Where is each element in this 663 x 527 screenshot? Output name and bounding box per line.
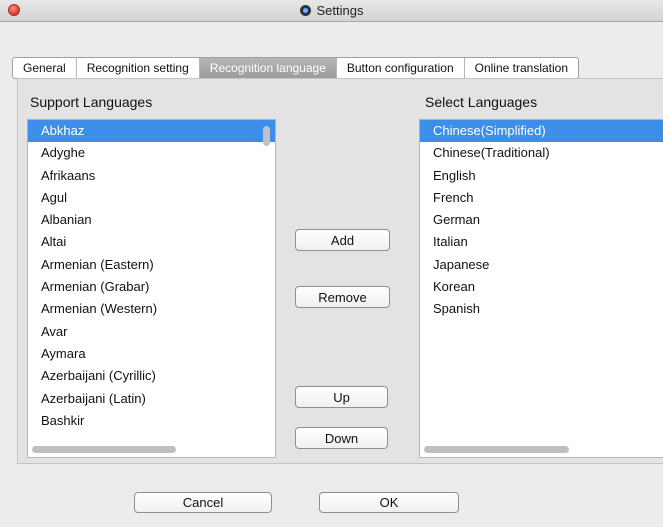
selected-language-list-item[interactable]: Italian [420,231,663,253]
add-button[interactable]: Add [295,229,390,251]
ok-button[interactable]: OK [319,492,459,513]
selected-language-list-item[interactable]: Spanish [420,298,663,320]
app-icon [299,5,311,16]
selected-language-list-item[interactable]: Korean [420,276,663,298]
selected-language-list-item[interactable]: German [420,209,663,231]
support-language-list-item[interactable]: Afrikaans [28,165,275,187]
support-language-list-item[interactable]: Avar [28,321,275,343]
window-title: Settings [0,3,663,18]
support-language-list-item[interactable]: Aymara [28,343,275,365]
support-languages-list[interactable]: Abkhaz Adyghe Afrikaans Agul Albanian Altai Ar… [27,119,276,458]
tab-recognition-language[interactable]: Recognition language [199,58,337,78]
support-language-list-item[interactable]: Altai [28,231,275,253]
support-language-list-item[interactable]: Adyghe [28,142,275,164]
support-language-list-item[interactable]: Armenian (Grabar) [28,276,275,298]
select-list-horizontal-scrollbar[interactable] [424,446,569,453]
support-language-list-item[interactable]: Bashkir [28,410,275,432]
support-list-horizontal-scrollbar[interactable] [32,446,176,453]
select-languages-list[interactable]: Chinese(Simplified) Chinese(Traditional) E… [419,119,663,458]
support-language-list-item[interactable]: Agul [28,187,275,209]
support-language-list-item[interactable]: Armenian (Eastern) [28,254,275,276]
tab-recognition-setting[interactable]: Recognition setting [77,58,200,78]
tab-bar: General Recognition setting Recognition … [12,57,580,79]
support-language-list-item[interactable]: Albanian [28,209,275,231]
selected-language-list-item[interactable]: English [420,165,663,187]
support-language-list-item[interactable]: Azerbaijani (Cyrillic) [28,365,275,387]
selected-language-list-item[interactable]: Chinese(Traditional) [420,142,663,164]
selected-language-list-item[interactable]: French [420,187,663,209]
support-language-list-item[interactable]: Armenian (Western) [28,298,275,320]
support-list-vertical-scrollbar[interactable] [263,126,270,146]
cancel-button[interactable]: Cancel [134,492,272,513]
support-language-list-item[interactable]: Abkhaz [28,120,275,143]
down-button[interactable]: Down [295,427,388,449]
title-bar: Settings [0,0,663,22]
support-language-list-item[interactable]: Azerbaijani (Latin) [28,388,275,410]
window-title-text: Settings [316,3,364,18]
selected-language-list-item[interactable]: Japanese [420,254,663,276]
select-languages-label: Select Languages [425,94,538,110]
remove-button[interactable]: Remove [295,286,390,308]
tab-general[interactable]: General [13,58,77,78]
tab-button-configuration[interactable]: Button configuration [337,58,465,78]
tab-online-translation[interactable]: Online translation [465,58,578,78]
support-languages-label: Support Languages [30,94,153,110]
selected-language-list-item[interactable]: Chinese(Simplified) [420,120,663,143]
up-button[interactable]: Up [295,386,388,408]
